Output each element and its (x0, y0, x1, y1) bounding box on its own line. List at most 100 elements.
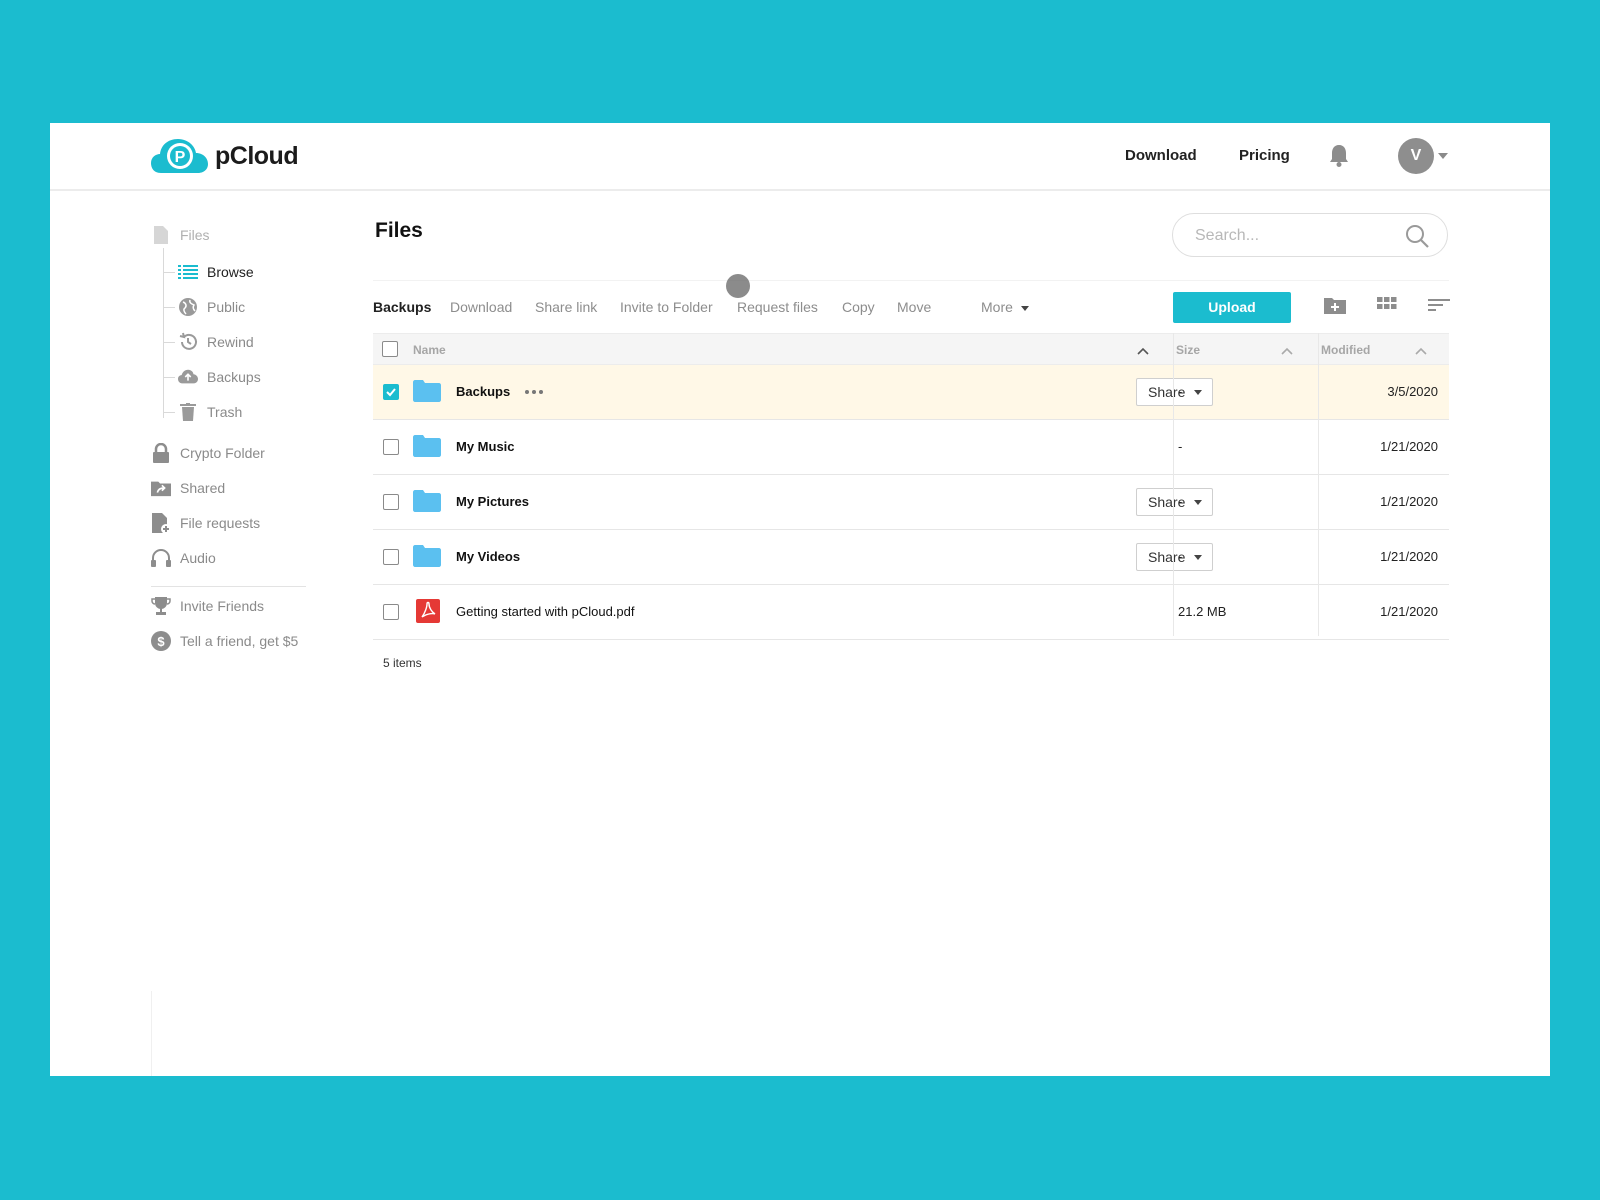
search-box[interactable] (1172, 213, 1448, 257)
svg-text:$: $ (157, 634, 165, 649)
chevron-up-icon[interactable] (1415, 344, 1427, 358)
sidebar-item-label: Public (207, 299, 246, 315)
table-row[interactable]: My Videos Share - 1/21/2020 (373, 530, 1449, 585)
more-label: More (981, 299, 1013, 315)
file-modified: 1/21/2020 (1380, 549, 1438, 564)
sidebar-item-label: Crypto Folder (180, 445, 265, 461)
sidebar-item-label: Trash (207, 404, 243, 420)
column-divider (1173, 333, 1174, 636)
sidebar-item-label: Invite Friends (180, 598, 265, 614)
share-link-button[interactable]: Share link (535, 299, 597, 315)
file-request-icon (151, 513, 171, 534)
column-header-modified[interactable]: Modified (1321, 343, 1370, 357)
tree-branch (163, 342, 175, 343)
file-size: - (1178, 384, 1183, 399)
tree-branch (163, 272, 175, 273)
sidebar-item-audio[interactable]: Audio (151, 546, 216, 570)
request-files-button[interactable]: Request files (737, 299, 818, 315)
sidebar-item-files[interactable]: Files (151, 223, 210, 247)
tree-branch (163, 307, 175, 308)
shared-folder-icon (151, 478, 171, 498)
column-divider (1318, 333, 1319, 636)
app-window: P pCloud Download Pricing V Files Browse… (50, 123, 1550, 1076)
download-button[interactable]: Download (450, 299, 512, 315)
sidebar-item-trash[interactable]: Trash (178, 400, 242, 424)
file-modified: 1/21/2020 (1380, 604, 1438, 619)
share-button[interactable]: Share (1136, 488, 1213, 516)
file-name[interactable]: Backups (456, 384, 510, 399)
chevron-up-icon[interactable] (1281, 344, 1293, 358)
sidebar-item-label: Files (180, 227, 210, 243)
file-modified: 1/21/2020 (1380, 439, 1438, 454)
chevron-down-icon (1194, 555, 1202, 560)
file-size: - (1178, 494, 1183, 509)
bell-icon[interactable] (1328, 143, 1350, 172)
table-row[interactable]: My Pictures Share - 1/21/2020 (373, 475, 1449, 530)
sidebar-item-label: Audio (180, 550, 216, 566)
sidebar-item-label: File requests (180, 515, 261, 531)
mouse-cursor (726, 274, 750, 298)
sidebar-divider (151, 586, 306, 587)
share-button[interactable]: Share (1136, 378, 1213, 406)
column-header-size[interactable]: Size (1176, 343, 1200, 357)
file-name[interactable]: My Videos (456, 549, 520, 564)
sort-icon[interactable] (1428, 295, 1450, 320)
file-modified: 1/21/2020 (1380, 494, 1438, 509)
check-icon (386, 388, 396, 397)
invite-to-folder-button[interactable]: Invite to Folder (620, 299, 713, 315)
chevron-down-icon[interactable] (1438, 153, 1448, 159)
avatar[interactable]: V (1398, 138, 1434, 174)
sidebar-item-file-requests[interactable]: File requests (151, 511, 260, 535)
select-all-checkbox[interactable] (382, 341, 398, 357)
pdf-icon (416, 599, 440, 628)
sidebar-item-invite-friends[interactable]: Invite Friends (151, 594, 264, 618)
panel-edge (151, 991, 152, 1076)
sidebar-item-label: Rewind (207, 334, 254, 350)
more-menu[interactable]: More (981, 299, 1029, 315)
new-folder-icon[interactable] (1324, 295, 1346, 320)
more-options-icon[interactable] (525, 390, 546, 394)
row-checkbox[interactable] (383, 604, 399, 620)
chevron-down-icon (1194, 500, 1202, 505)
download-link[interactable]: Download (1125, 147, 1197, 164)
globe-icon (178, 297, 198, 317)
row-checkbox[interactable] (383, 494, 399, 510)
search-icon[interactable] (1405, 224, 1429, 253)
row-checkbox[interactable] (383, 384, 399, 400)
sidebar-item-browse[interactable]: Browse (178, 260, 254, 284)
row-checkbox[interactable] (383, 549, 399, 565)
table-row[interactable]: My Music - 1/21/2020 (373, 420, 1449, 475)
selected-item-name: Backups (373, 299, 432, 315)
search-input[interactable] (1193, 225, 1397, 247)
row-checkbox[interactable] (383, 439, 399, 455)
svg-text:P: P (175, 149, 186, 166)
share-button[interactable]: Share (1136, 543, 1213, 571)
sidebar-item-backups[interactable]: Backups (178, 365, 261, 389)
file-name[interactable]: Getting started with pCloud.pdf (456, 604, 635, 619)
sidebar-item-tell-a-friend[interactable]: $ Tell a friend, get $5 (151, 629, 298, 653)
copy-button[interactable]: Copy (842, 299, 875, 315)
file-name[interactable]: My Music (456, 439, 515, 454)
file-size: 21.2 MB (1178, 604, 1227, 619)
sidebar-item-rewind[interactable]: Rewind (178, 330, 254, 354)
sidebar-item-shared[interactable]: Shared (151, 476, 225, 500)
grid-view-icon[interactable] (1377, 295, 1397, 320)
pricing-link[interactable]: Pricing (1239, 147, 1290, 164)
column-header-name[interactable]: Name (413, 343, 446, 357)
tree-branch (163, 377, 175, 378)
sidebar-item-crypto-folder[interactable]: Crypto Folder (151, 441, 265, 465)
pcloud-logo-icon: P (151, 139, 208, 173)
sidebar-item-public[interactable]: Public (178, 295, 245, 319)
table-row[interactable]: Getting started with pCloud.pdf 21.2 MB … (373, 585, 1449, 640)
upload-button[interactable]: Upload (1173, 292, 1291, 323)
pcloud-logo[interactable]: P pCloud (151, 137, 299, 175)
cloud-upload-icon (178, 367, 198, 387)
file-name[interactable]: My Pictures (456, 494, 529, 509)
sidebar-item-label: Backups (207, 369, 261, 385)
move-button[interactable]: Move (897, 299, 931, 315)
chevron-up-icon[interactable] (1137, 344, 1149, 358)
table-row[interactable]: Backups Share - 3/5/2020 (373, 365, 1449, 420)
file-icon (151, 225, 171, 245)
folder-icon (413, 490, 441, 517)
chevron-down-icon (1194, 390, 1202, 395)
